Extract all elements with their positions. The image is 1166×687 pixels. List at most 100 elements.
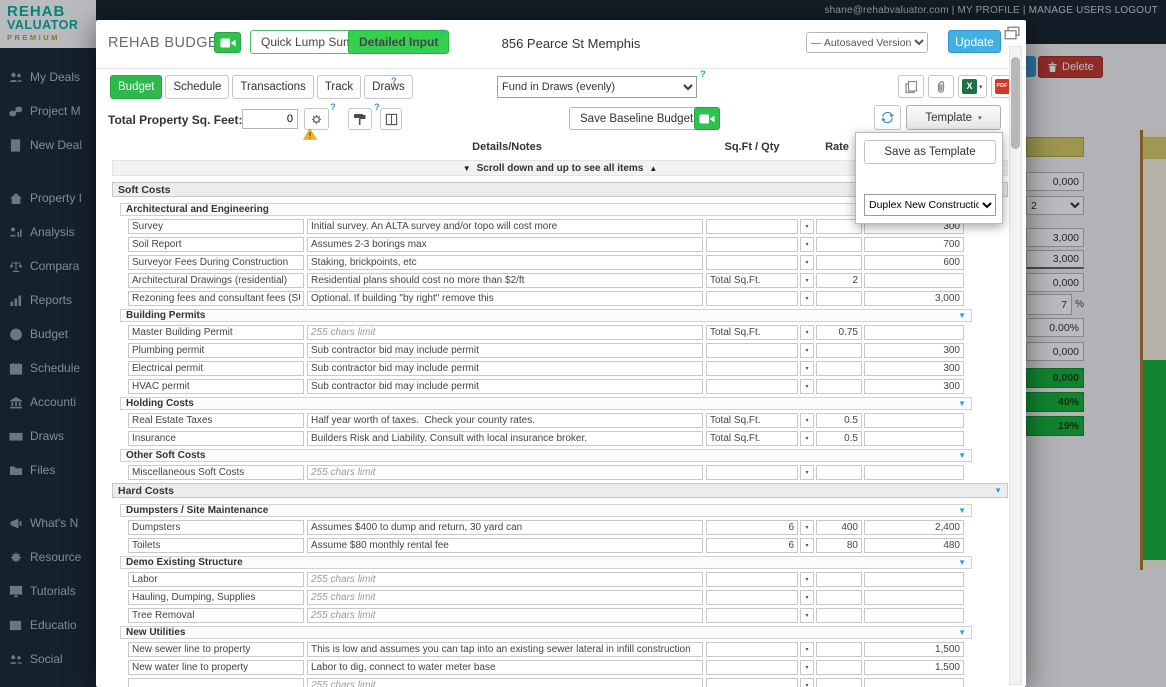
item-name-input[interactable] bbox=[128, 379, 304, 394]
attachment-icon[interactable] bbox=[928, 75, 954, 98]
qty-input[interactable] bbox=[706, 642, 798, 657]
video-tutorial-icon[interactable] bbox=[694, 107, 720, 130]
tab-transactions[interactable]: Transactions bbox=[232, 75, 314, 99]
unit-select[interactable]: ▾ bbox=[800, 237, 814, 252]
unit-select[interactable]: ▾ bbox=[800, 255, 814, 270]
subsection-header[interactable]: Building Permits ▼ bbox=[120, 309, 972, 322]
unit-select[interactable]: ▾ bbox=[800, 608, 814, 623]
unit-select[interactable]: ▾ bbox=[800, 413, 814, 428]
item-notes-input[interactable] bbox=[307, 291, 703, 306]
item-notes-input[interactable] bbox=[307, 660, 703, 675]
template-select[interactable]: Duplex New Construction 2 bbox=[864, 194, 996, 216]
item-name-input[interactable] bbox=[128, 343, 304, 358]
rate-input[interactable] bbox=[816, 273, 862, 288]
section-header[interactable]: Hard Costs ▼ bbox=[112, 483, 1008, 498]
unit-select[interactable]: ▾ bbox=[800, 572, 814, 587]
qty-input[interactable] bbox=[706, 361, 798, 376]
collapse-icon[interactable]: ▼ bbox=[958, 399, 966, 408]
item-name-input[interactable] bbox=[128, 465, 304, 480]
paint-roller-icon[interactable] bbox=[348, 108, 372, 130]
item-name-input[interactable] bbox=[128, 413, 304, 428]
qty-input[interactable] bbox=[706, 413, 798, 428]
qty-input[interactable] bbox=[706, 465, 798, 480]
unit-select[interactable]: ▾ bbox=[800, 273, 814, 288]
qty-input[interactable] bbox=[706, 608, 798, 623]
total-input[interactable] bbox=[864, 291, 964, 306]
rate-input[interactable] bbox=[816, 255, 862, 270]
total-input[interactable] bbox=[864, 237, 964, 252]
unit-select[interactable]: ▾ bbox=[800, 520, 814, 535]
quick-lump-sum-button[interactable]: Quick Lump Sum bbox=[250, 30, 365, 54]
item-name-input[interactable] bbox=[128, 660, 304, 675]
unit-select[interactable]: ▾ bbox=[800, 660, 814, 675]
subsection-header[interactable]: New Utilities ▼ bbox=[120, 626, 972, 639]
unit-select[interactable]: ▾ bbox=[800, 291, 814, 306]
total-input[interactable] bbox=[864, 361, 964, 376]
qty-input[interactable] bbox=[706, 291, 798, 306]
item-name-input[interactable] bbox=[128, 325, 304, 340]
unit-select[interactable]: ▾ bbox=[800, 678, 814, 687]
item-name-input[interactable] bbox=[128, 678, 304, 687]
item-name-input[interactable] bbox=[128, 538, 304, 553]
total-input[interactable] bbox=[864, 520, 964, 535]
qty-input[interactable] bbox=[706, 520, 798, 535]
total-input[interactable] bbox=[864, 325, 964, 340]
collapse-icon[interactable]: ▼ bbox=[958, 558, 966, 567]
rate-input[interactable] bbox=[816, 237, 862, 252]
collapse-icon[interactable]: ▼ bbox=[994, 486, 1002, 495]
subsection-header[interactable]: Demo Existing Structure ▼ bbox=[120, 556, 972, 569]
total-input[interactable] bbox=[864, 379, 964, 394]
rate-input[interactable] bbox=[816, 413, 862, 428]
subsection-header[interactable]: Dumpsters / Site Maintenance ▼ bbox=[120, 504, 972, 517]
rate-input[interactable] bbox=[816, 660, 862, 675]
total-sqft-input[interactable] bbox=[242, 109, 298, 129]
item-notes-input[interactable] bbox=[307, 413, 703, 428]
item-notes-input[interactable] bbox=[307, 431, 703, 446]
collapse-icon[interactable]: ▼ bbox=[958, 451, 966, 460]
rate-input[interactable] bbox=[816, 325, 862, 340]
item-notes-input[interactable] bbox=[307, 255, 703, 270]
rate-input[interactable] bbox=[816, 642, 862, 657]
qty-input[interactable] bbox=[706, 678, 798, 687]
total-input[interactable] bbox=[864, 660, 964, 675]
rate-input[interactable] bbox=[816, 361, 862, 376]
qty-input[interactable] bbox=[706, 273, 798, 288]
help-icon[interactable]: ? bbox=[439, 28, 445, 39]
unit-select[interactable]: ▾ bbox=[800, 325, 814, 340]
unit-select[interactable]: ▾ bbox=[800, 431, 814, 446]
total-input[interactable] bbox=[864, 343, 964, 358]
qty-input[interactable] bbox=[706, 538, 798, 553]
subsection-header[interactable]: Architectural and Engineering▼ bbox=[120, 203, 972, 216]
detailed-input-button[interactable]: Detailed Input bbox=[348, 30, 450, 54]
unit-select[interactable]: ▾ bbox=[800, 219, 814, 234]
item-notes-input[interactable] bbox=[307, 237, 703, 252]
qty-input[interactable] bbox=[706, 431, 798, 446]
collapse-icon[interactable]: ▼ bbox=[958, 628, 966, 637]
tab-budget[interactable]: Budget bbox=[110, 75, 163, 99]
unit-select[interactable]: ▾ bbox=[800, 465, 814, 480]
total-input[interactable] bbox=[864, 608, 964, 623]
copy-document-icon[interactable] bbox=[898, 75, 924, 98]
rate-input[interactable] bbox=[816, 431, 862, 446]
rate-input[interactable] bbox=[816, 608, 862, 623]
total-input[interactable] bbox=[864, 431, 964, 446]
scrollbar-thumb[interactable] bbox=[1011, 57, 1020, 149]
item-notes-input[interactable] bbox=[307, 590, 703, 605]
rate-input[interactable] bbox=[816, 379, 862, 394]
qty-input[interactable] bbox=[706, 219, 798, 234]
total-input[interactable] bbox=[864, 642, 964, 657]
item-name-input[interactable] bbox=[128, 255, 304, 270]
save-as-template-button[interactable]: Save as Template bbox=[864, 140, 996, 164]
rate-input[interactable] bbox=[816, 520, 862, 535]
rate-input[interactable] bbox=[816, 538, 862, 553]
rate-input[interactable] bbox=[816, 678, 862, 687]
help-icon[interactable]: ? bbox=[391, 76, 397, 87]
unit-select[interactable]: ▾ bbox=[800, 590, 814, 605]
subsection-header[interactable]: Other Soft Costs ▼ bbox=[120, 449, 972, 462]
popout-icon[interactable] bbox=[1004, 26, 1020, 40]
unit-select[interactable]: ▾ bbox=[800, 538, 814, 553]
refresh-icon[interactable] bbox=[874, 105, 901, 130]
item-notes-input[interactable] bbox=[307, 520, 703, 535]
item-name-input[interactable] bbox=[128, 291, 304, 306]
item-notes-input[interactable] bbox=[307, 219, 703, 234]
